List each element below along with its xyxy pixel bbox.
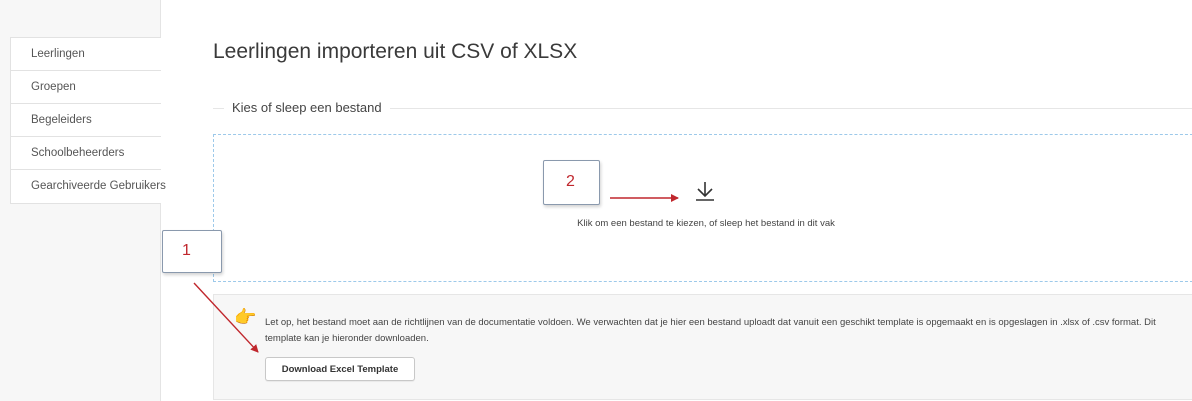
sidebar-item-schoolbeheerders[interactable]: Schoolbeheerders [11, 137, 161, 170]
file-dropzone[interactable] [213, 134, 1192, 282]
left-column: Leerlingen Groepen Begeleiders Schoolbeh… [0, 0, 166, 401]
sidebar-item-gearchiveerde-gebruikers[interactable]: Gearchiveerde Gebruikers [11, 170, 166, 203]
pointing-hand-icon: 👉 [234, 307, 257, 327]
callout-1: 1 [162, 230, 222, 273]
page-title: Leerlingen importeren uit CSV of XLSX [213, 40, 578, 63]
dropzone-instruction[interactable]: Klik om een bestand te kiezen, of sleep … [0, 218, 1192, 229]
callout-2: 2 [543, 160, 600, 205]
sidebar: Leerlingen Groepen Begeleiders Schoolbeh… [10, 37, 166, 204]
sidebar-item-leerlingen[interactable]: Leerlingen [11, 38, 161, 71]
notice-text: Let op, het bestand moet aan de richtlij… [265, 317, 1156, 344]
download-excel-template-button[interactable]: Download Excel Template [265, 357, 415, 381]
download-arrow-icon[interactable] [693, 179, 717, 203]
sidebar-item-begeleiders[interactable]: Begeleiders [11, 104, 161, 137]
fieldset-legend: Kies of sleep een bestand [224, 100, 390, 115]
page: Leerlingen Groepen Begeleiders Schoolbeh… [0, 0, 1192, 401]
sidebar-item-groepen[interactable]: Groepen [11, 71, 161, 104]
notice-panel [213, 294, 1192, 400]
